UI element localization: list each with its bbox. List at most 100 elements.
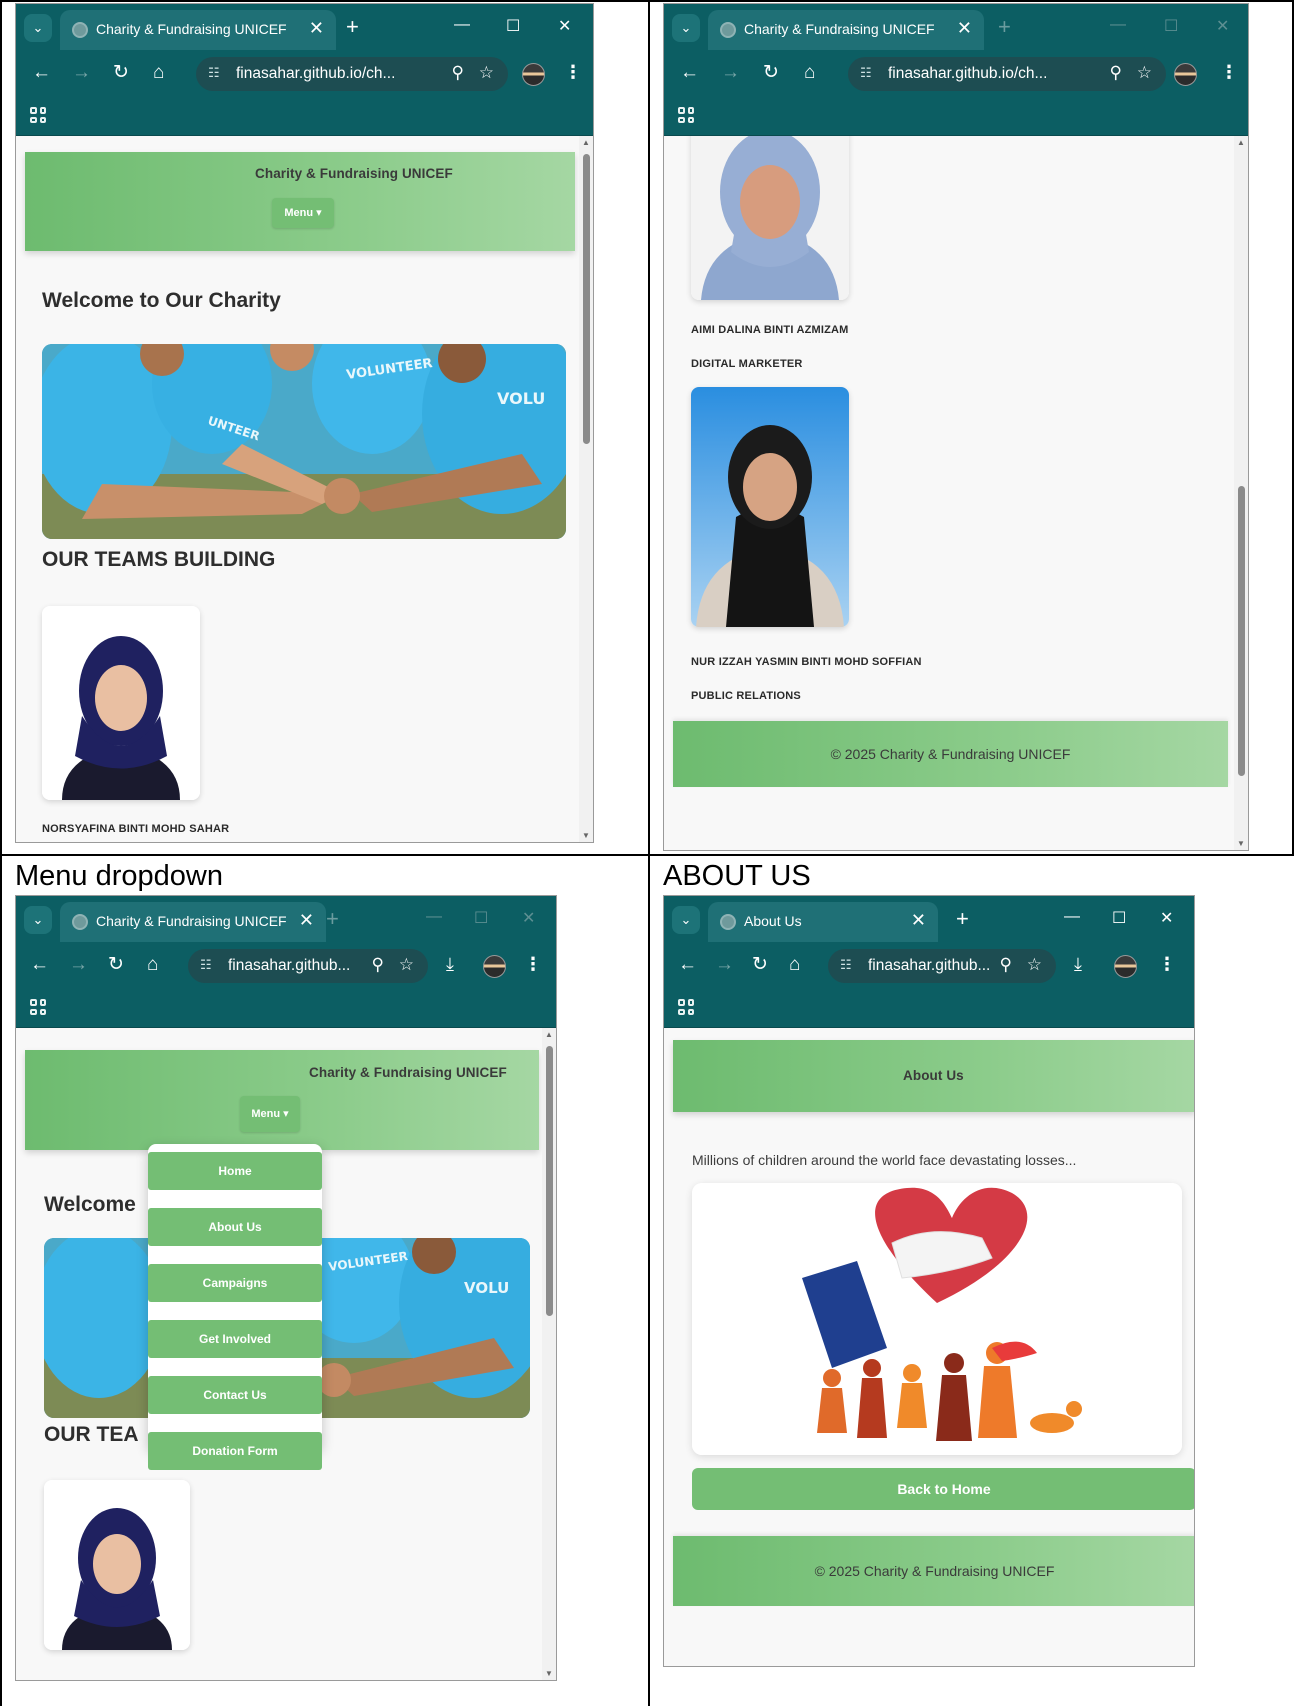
download-icon[interactable]: ⤓ <box>1074 954 1082 975</box>
profile-avatar-icon[interactable] <box>1174 63 1197 86</box>
forward-icon[interactable]: → <box>715 955 734 974</box>
forward-icon[interactable]: → <box>721 63 740 82</box>
portrait-illustration <box>691 387 849 627</box>
close-window-icon[interactable]: ✕ <box>1216 16 1229 36</box>
apps-grid-icon[interactable] <box>678 999 694 1015</box>
address-bar[interactable]: ☷ finasahar.github.io/ch... ⚲ ☆ <box>196 57 508 91</box>
team-member-role: DIGITAL MARKETER <box>691 358 803 370</box>
browser-tab[interactable]: Charity & Fundraising UNICEF ✕ <box>60 10 336 50</box>
close-window-icon[interactable]: ✕ <box>522 908 535 928</box>
site-settings-icon[interactable]: ☷ <box>200 957 212 973</box>
reload-icon[interactable]: ↻ <box>113 63 129 82</box>
back-icon[interactable]: ← <box>678 955 697 974</box>
new-tab-icon[interactable]: + <box>346 14 359 40</box>
page-scrollbar[interactable]: ▲ ▼ <box>542 1028 556 1680</box>
scrollbar-thumb[interactable] <box>583 154 590 444</box>
apps-grid-icon[interactable] <box>30 107 46 123</box>
maximize-icon[interactable]: ☐ <box>474 908 488 928</box>
menu-item-about-us[interactable]: About Us <box>148 1208 322 1246</box>
apps-grid-icon[interactable] <box>678 107 694 123</box>
reload-icon[interactable]: ↻ <box>763 63 779 82</box>
team-member-name: NUR IZZAH YASMIN BINTI MOHD SOFFIAN <box>691 656 922 668</box>
profile-avatar-icon[interactable] <box>483 955 506 978</box>
menu-button[interactable]: Menu ▾ <box>240 1096 300 1132</box>
team-photo-nur-izzah <box>691 387 849 627</box>
zoom-icon[interactable]: ⚲ <box>372 955 384 975</box>
download-icon[interactable]: ⤓ <box>446 954 454 975</box>
menu-item-get-involved[interactable]: Get Involved <box>148 1320 322 1358</box>
new-tab-icon[interactable]: + <box>956 906 969 932</box>
close-tab-icon[interactable]: ✕ <box>299 910 314 931</box>
browser-toolbar: ← → ↻ ⌂ ☷ finasahar.github.io/ch... ⚲ ☆ … <box>664 50 1248 98</box>
reload-icon[interactable]: ↻ <box>108 955 124 974</box>
close-window-icon[interactable]: ✕ <box>558 16 571 36</box>
zoom-icon[interactable]: ⚲ <box>1110 63 1122 83</box>
site-settings-icon[interactable]: ☷ <box>860 65 872 81</box>
address-bar[interactable]: ☷ finasahar.github.io/ch... ⚲ ☆ <box>848 57 1166 91</box>
caption-menu-dropdown: Menu dropdown <box>15 860 223 892</box>
bookmark-star-icon[interactable]: ☆ <box>479 63 494 83</box>
maximize-icon[interactable]: ☐ <box>1164 16 1178 36</box>
tab-search-icon[interactable]: ⌄ <box>24 14 52 42</box>
address-bar[interactable]: ☷ finasahar.github... ⚲ ☆ <box>188 949 428 983</box>
address-bar[interactable]: ☷ finasahar.github... ⚲ ☆ <box>828 949 1056 983</box>
site-settings-icon[interactable]: ☷ <box>208 65 220 81</box>
close-tab-icon[interactable]: ✕ <box>911 910 926 931</box>
zoom-icon[interactable]: ⚲ <box>1000 955 1012 975</box>
maximize-icon[interactable]: ☐ <box>1112 908 1126 928</box>
menu-item-campaigns[interactable]: Campaigns <box>148 1264 322 1302</box>
menu-item-donation-form[interactable]: Donation Form <box>148 1432 322 1470</box>
close-window-icon[interactable]: ✕ <box>1160 908 1173 928</box>
close-tab-icon[interactable]: ✕ <box>957 18 972 39</box>
more-menu-icon[interactable]: ⋮ <box>1158 954 1176 975</box>
home-icon[interactable]: ⌂ <box>789 955 800 974</box>
more-menu-icon[interactable]: ⋮ <box>564 62 582 83</box>
menu-item-home[interactable]: Home <box>148 1152 322 1190</box>
home-icon[interactable]: ⌂ <box>804 63 815 82</box>
tab-search-icon[interactable]: ⌄ <box>672 14 700 42</box>
browser-tab[interactable]: Charity & Fundraising UNICEF ✕ <box>60 902 326 942</box>
tab-search-icon[interactable]: ⌄ <box>24 906 52 934</box>
browser-tab[interactable]: Charity & Fundraising UNICEF ✕ <box>708 10 984 50</box>
minimize-icon[interactable]: — <box>426 908 442 926</box>
menu-button[interactable]: Menu ▾ <box>272 198 334 228</box>
maximize-icon[interactable]: ☐ <box>506 16 520 36</box>
close-tab-icon[interactable]: ✕ <box>309 18 324 39</box>
about-intro-text: Millions of children around the world fa… <box>692 1152 1077 1168</box>
reload-icon[interactable]: ↻ <box>752 955 768 974</box>
apps-grid-icon[interactable] <box>30 999 46 1015</box>
minimize-icon[interactable]: — <box>1064 908 1080 926</box>
minimize-icon[interactable]: — <box>1110 16 1126 34</box>
new-tab-icon[interactable]: + <box>326 906 339 932</box>
page-viewport: Charity & Fundraising UNICEF Menu ▾ Welc… <box>16 136 593 842</box>
profile-avatar-icon[interactable] <box>1114 955 1137 978</box>
favicon-icon <box>72 22 88 38</box>
profile-avatar-icon[interactable] <box>522 63 545 86</box>
forward-icon[interactable]: → <box>69 955 88 974</box>
site-settings-icon[interactable]: ☷ <box>840 957 852 973</box>
page-scrollbar[interactable]: ▲ ▼ <box>1234 136 1248 850</box>
forward-icon[interactable]: → <box>72 63 91 82</box>
more-menu-icon[interactable]: ⋮ <box>524 954 542 975</box>
page-scrollbar[interactable]: ▲ ▼ <box>579 136 593 842</box>
scrollbar-thumb[interactable] <box>1238 486 1245 776</box>
more-menu-icon[interactable]: ⋮ <box>1220 62 1238 83</box>
bookmark-star-icon[interactable]: ☆ <box>399 955 414 975</box>
bookmark-star-icon[interactable]: ☆ <box>1137 63 1152 83</box>
favicon-icon <box>72 914 88 930</box>
home-icon[interactable]: ⌂ <box>153 63 164 82</box>
minimize-icon[interactable]: — <box>454 16 470 34</box>
menu-item-contact-us[interactable]: Contact Us <box>148 1376 322 1414</box>
table-border-top <box>0 0 1294 2</box>
back-to-home-button[interactable]: Back to Home <box>692 1468 1194 1510</box>
bookmark-star-icon[interactable]: ☆ <box>1027 955 1042 975</box>
zoom-icon[interactable]: ⚲ <box>452 63 464 83</box>
home-icon[interactable]: ⌂ <box>147 955 158 974</box>
back-icon[interactable]: ← <box>680 63 699 82</box>
back-icon[interactable]: ← <box>30 955 49 974</box>
scrollbar-thumb[interactable] <box>546 1046 553 1316</box>
browser-tab[interactable]: About Us ✕ <box>708 902 938 942</box>
back-icon[interactable]: ← <box>32 63 51 82</box>
new-tab-icon[interactable]: + <box>998 14 1011 40</box>
tab-search-icon[interactable]: ⌄ <box>672 906 700 934</box>
